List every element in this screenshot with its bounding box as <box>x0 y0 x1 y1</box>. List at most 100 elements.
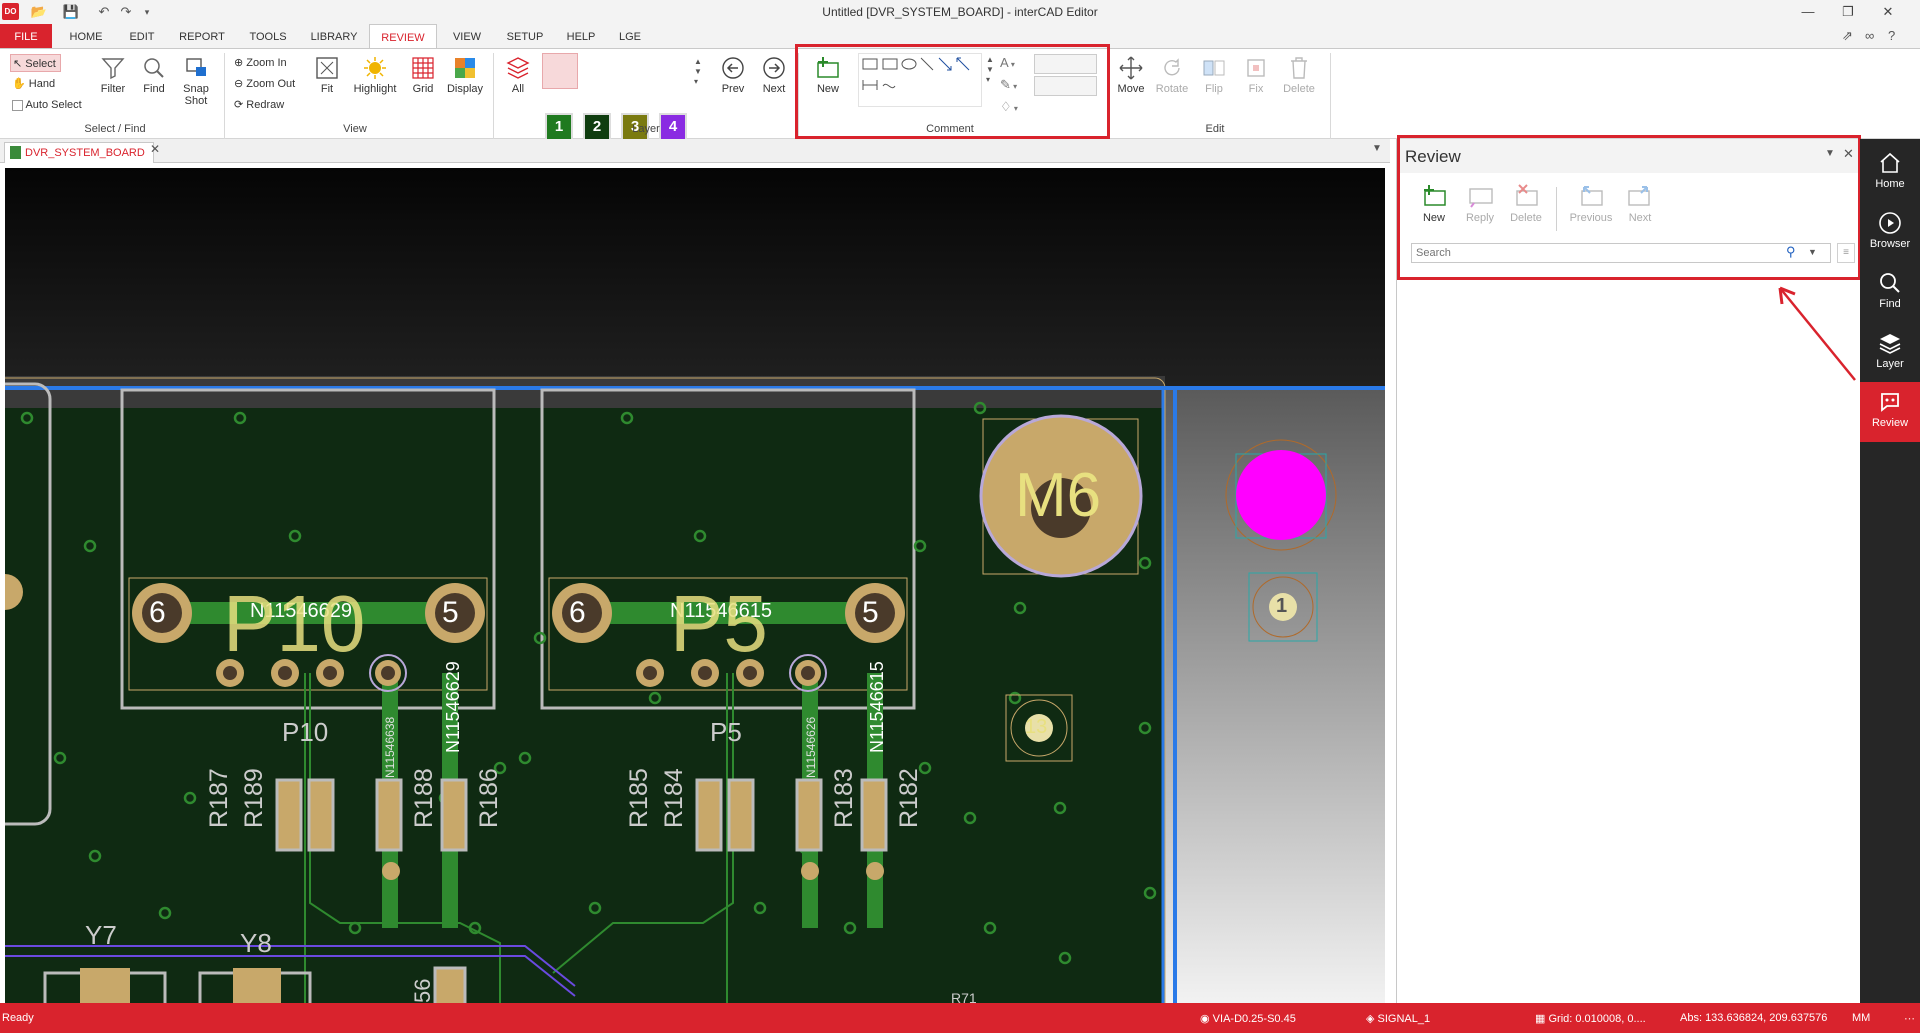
resistor-label: R188 <box>410 768 438 828</box>
net-label-vertical: N11546615 <box>867 661 887 753</box>
minimize-icon[interactable]: — <box>1788 0 1828 24</box>
grid-button[interactable]: Grid <box>408 55 438 95</box>
tab-file[interactable]: FILE <box>0 24 52 48</box>
sidebar-item-find[interactable]: Find <box>1860 263 1920 321</box>
grid-icon <box>412 57 434 79</box>
list-view-icon[interactable]: ≡ <box>1837 243 1855 263</box>
group-label-view: View <box>343 123 367 135</box>
zoom-out-button[interactable]: ⊖ Zoom Out <box>234 75 295 93</box>
resistor-label: R186 <box>475 768 503 828</box>
rotate-button[interactable]: Rotate <box>1152 55 1192 95</box>
fill-color-icon[interactable]: ♢ ▾ <box>1000 97 1030 119</box>
tab-review[interactable]: REVIEW <box>369 24 437 48</box>
review-next-button[interactable]: Next <box>1617 183 1663 224</box>
snapshot-icon <box>186 58 206 76</box>
tab-lge[interactable]: LGE <box>612 24 648 48</box>
fix-icon <box>1247 59 1265 77</box>
all-layers-button[interactable]: All <box>502 55 534 95</box>
find-button[interactable]: Find <box>136 55 172 95</box>
auto-select-checkbox[interactable]: Auto Select <box>12 96 82 114</box>
document-tab[interactable]: DVR_SYSTEM_BOARD <box>4 142 154 163</box>
move-button[interactable]: Move <box>1113 55 1149 95</box>
tab-edit[interactable]: EDIT <box>118 24 166 48</box>
tab-view[interactable]: VIEW <box>444 24 490 48</box>
tab-library[interactable]: LIBRARY <box>304 24 364 48</box>
search-icon[interactable]: ⚲ <box>1786 244 1796 260</box>
shape-scroll-icon[interactable]: ▲ ▼ ▾ <box>986 55 994 85</box>
status-unit[interactable]: MM <box>1852 1012 1870 1024</box>
shape-tools-icon[interactable] <box>859 54 981 106</box>
sidebar-item-layer[interactable]: Layer <box>1860 323 1920 381</box>
filter-button[interactable]: Filter <box>93 55 133 95</box>
pad-label: 6 <box>149 596 166 629</box>
layers-icon <box>1879 334 1901 354</box>
fit-button[interactable]: Fit <box>312 55 342 95</box>
new-comment-button[interactable]: New <box>810 55 846 95</box>
pcb-canvas[interactable]: 6 5 6 5 N11546629 N11546615 P10 P5 P10 P… <box>5 168 1385 1003</box>
pin-icon[interactable]: ⇗ <box>1842 28 1853 44</box>
layer-icon: ◈ <box>1366 1013 1375 1025</box>
review-panel: Review ▼ ✕ New Reply Delete Previous Nex… <box>1396 135 1861 1003</box>
tab-setup[interactable]: SETUP <box>500 24 550 48</box>
close-window-icon[interactable]: ✕ <box>1868 0 1908 24</box>
layer-scroll-icon[interactable]: ▲ ▼ ▾ <box>694 57 702 87</box>
tab-list-chevron-icon[interactable]: ▼ <box>1372 143 1382 154</box>
status-layer[interactable]: ◈ SIGNAL_1 <box>1366 1012 1430 1025</box>
tab-report[interactable]: REPORT <box>172 24 232 48</box>
delete-review-icon <box>1516 184 1538 206</box>
restore-icon[interactable]: ❐ <box>1828 0 1868 24</box>
fix-button[interactable]: Fix <box>1238 55 1274 95</box>
zoom-in-button[interactable]: ⊕ Zoom In <box>234 54 287 72</box>
zoom-in-icon: ⊕ <box>234 57 244 69</box>
sidebar-item-review[interactable]: Review <box>1860 382 1920 442</box>
select-tool[interactable]: ↖ Select <box>10 54 61 72</box>
redraw-button[interactable]: ⟳ Redraw <box>234 96 284 114</box>
review-reply-button[interactable]: Reply <box>1457 183 1503 224</box>
layer-1-selected-frame <box>542 53 578 89</box>
separator <box>1330 53 1331 139</box>
status-via[interactable]: ◉ VIA-D0.25-S0.45 <box>1200 1012 1296 1025</box>
status-bar: Ready ◉ VIA-D0.25-S0.45 ◈ SIGNAL_1 ▦ Gri… <box>0 1003 1920 1033</box>
ref-label: P5 <box>710 717 742 747</box>
link-icon[interactable]: ∞ <box>1865 28 1874 43</box>
prev-layer-button[interactable]: Prev <box>716 55 750 95</box>
review-delete-button[interactable]: Delete <box>1503 183 1549 224</box>
review-previous-button[interactable]: Previous <box>1565 183 1617 224</box>
next-layer-button[interactable]: Next <box>757 55 791 95</box>
tab-tools[interactable]: TOOLS <box>240 24 296 48</box>
layer-1-button[interactable]: 1 <box>545 113 573 141</box>
delete-button[interactable]: Delete <box>1278 55 1320 95</box>
new-comment-icon <box>817 57 839 78</box>
text-color-icon[interactable]: A ▾ <box>1000 53 1030 75</box>
review-search-input[interactable] <box>1412 244 1782 262</box>
search-options-chevron-icon[interactable]: ▼ <box>1808 247 1817 257</box>
line-width-dropdown[interactable] <box>1034 54 1097 74</box>
layer-2-button[interactable]: 2 <box>583 113 611 141</box>
hand-tool[interactable]: ✋ Hand <box>12 75 55 93</box>
fiducial-label: 13 <box>1025 716 1048 738</box>
partial-label: R71 <box>951 990 977 1003</box>
tab-home[interactable]: HOME <box>60 24 112 48</box>
separator <box>493 53 494 139</box>
help-icon[interactable]: ? <box>1888 28 1895 43</box>
resize-grip-icon[interactable]: ⋯ <box>1904 1012 1915 1025</box>
snap-shot-button[interactable]: Snap Shot <box>176 55 216 107</box>
line-color-icon[interactable]: ✎ ▾ <box>1000 75 1030 97</box>
close-tab-icon[interactable]: ✕ <box>150 142 160 156</box>
fit-icon <box>316 57 338 79</box>
title-bar: DO 📂 💾 ↶ ↷ ▾ Untitled [DVR_SYSTEM_BOARD]… <box>0 0 1920 24</box>
resistor-label: R189 <box>240 768 268 828</box>
sidebar-item-browser[interactable]: Browser <box>1860 203 1920 261</box>
line-style-dropdown[interactable] <box>1034 76 1097 96</box>
net-label-vertical: N11546626 <box>804 716 818 778</box>
flip-button[interactable]: Flip <box>1196 55 1232 95</box>
review-new-button[interactable]: New <box>1411 183 1457 224</box>
sidebar-item-home[interactable]: Home <box>1860 143 1920 201</box>
text-style-tools[interactable]: A ▾ ✎ ▾ ♢ ▾ <box>1000 53 1030 114</box>
status-grid[interactable]: ▦ Grid: 0.010008, 0.... <box>1535 1012 1646 1025</box>
tab-help[interactable]: HELP <box>558 24 604 48</box>
separator <box>224 53 225 139</box>
trash-icon <box>1291 57 1307 79</box>
display-button[interactable]: Display <box>443 55 487 95</box>
highlight-button[interactable]: Highlight <box>348 55 402 95</box>
